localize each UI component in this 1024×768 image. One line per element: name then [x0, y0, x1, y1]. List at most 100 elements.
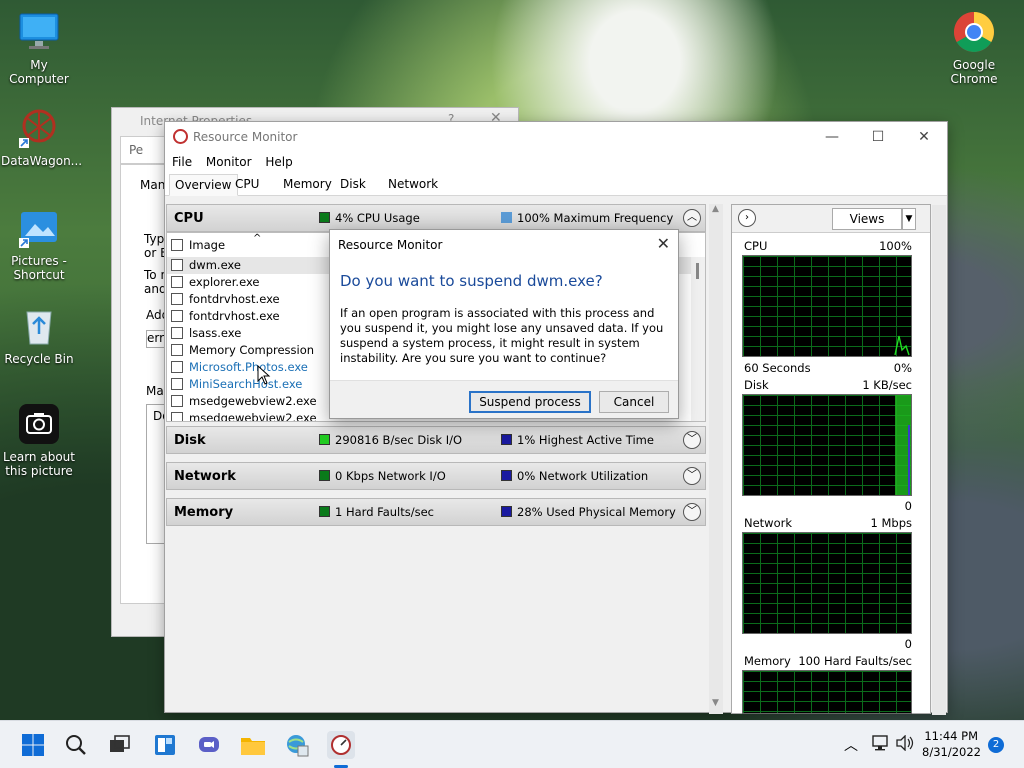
select-all-checkbox[interactable] — [171, 239, 183, 251]
metric-text: 100% Maximum Frequency — [517, 211, 674, 225]
cancel-button[interactable]: Cancel — [599, 391, 669, 413]
network-icon[interactable] — [872, 735, 890, 754]
desktop-icon-label: Learn about this picture — [3, 450, 75, 478]
tab-memory[interactable]: Memory — [278, 174, 337, 196]
suspend-process-button[interactable]: Suspend process — [469, 391, 591, 413]
network-graph — [742, 532, 912, 634]
scrollbar-thumb[interactable] — [696, 263, 699, 279]
process-checkbox[interactable] — [171, 310, 183, 322]
chevron-up-icon[interactable]: ︿ — [683, 209, 701, 227]
notification-badge[interactable]: 2 — [988, 737, 1004, 753]
internet-options-icon[interactable] — [283, 731, 311, 759]
recycle-bin-icon — [17, 304, 61, 348]
minimize-button[interactable]: — — [809, 122, 855, 152]
process-checkbox[interactable] — [171, 259, 183, 271]
graph-min: 0 — [904, 499, 912, 513]
metric-text: 0% Network Utilization — [517, 469, 649, 483]
chrome-icon — [952, 10, 996, 54]
scroll-up-arrow-icon[interactable]: ▲ — [712, 204, 719, 214]
process-checkbox[interactable] — [171, 395, 183, 407]
process-name: explorer.exe — [189, 275, 260, 289]
menu-help[interactable]: Help — [265, 152, 292, 172]
memory-faults-metric: 1 Hard Faults/sec — [319, 505, 434, 519]
chevron-up-icon[interactable]: ︿ — [844, 735, 858, 755]
desktop-icon-recycle-bin[interactable]: Recycle Bin — [1, 304, 77, 366]
mouse-cursor-icon — [257, 365, 271, 385]
file-explorer-icon[interactable] — [239, 731, 267, 759]
desktop-icon-pictures-shortcut[interactable]: Pictures - Shortcut — [1, 206, 77, 282]
monitor-icon — [17, 10, 61, 54]
chat-icon[interactable] — [195, 731, 223, 759]
widgets-icon[interactable] — [151, 731, 179, 759]
overview-scrollbar[interactable]: ▲ ▼ — [709, 204, 723, 714]
search-icon[interactable] — [62, 731, 90, 759]
menu-file[interactable]: File — [172, 152, 192, 172]
graphs-scrollbar[interactable] — [932, 205, 946, 715]
process-name: fontdrvhost.exe — [189, 292, 280, 306]
properties-tab[interactable]: Pe — [120, 136, 168, 164]
camera-icon — [17, 402, 61, 446]
graph-title: Memory — [744, 654, 791, 668]
menu-monitor[interactable]: Monitor — [206, 152, 252, 172]
legend-swatch — [319, 470, 330, 481]
tab-disk[interactable]: Disk — [335, 174, 371, 196]
views-dropdown-button[interactable]: ▼ — [902, 208, 916, 230]
volume-icon[interactable] — [896, 734, 914, 754]
section-title: Network — [174, 469, 236, 484]
expand-arrow-icon[interactable]: › — [738, 209, 756, 227]
title-bar[interactable]: Resource Monitor — ☐ ✕ — [165, 122, 947, 152]
section-title: CPU — [174, 211, 204, 226]
metric-text: 4% CPU Usage — [335, 211, 420, 225]
process-list-scrollbar[interactable] — [691, 257, 705, 421]
metric-text: 0 Kbps Network I/O — [335, 469, 446, 483]
chevron-down-icon[interactable]: ﹀ — [683, 431, 701, 449]
section-title: Disk — [174, 433, 206, 448]
network-section-header[interactable]: Network 0 Kbps Network I/O 0% Network Ut… — [166, 462, 706, 490]
graph-max: 100 Hard Faults/sec — [798, 654, 912, 668]
legend-swatch — [319, 434, 330, 445]
legend-swatch — [501, 434, 512, 445]
metric-text: 28% Used Physical Memory — [517, 505, 676, 519]
resource-monitor-taskbar-icon[interactable] — [327, 731, 355, 759]
process-checkbox[interactable] — [171, 361, 183, 373]
taskbar: ︿ 11:44 PM 8/31/2022 2 — [0, 720, 1024, 768]
tab-overview[interactable]: Overview — [169, 174, 238, 196]
process-checkbox[interactable] — [171, 378, 183, 390]
metric-text: 290816 B/sec Disk I/O — [335, 433, 463, 447]
graph-min: 0 — [904, 637, 912, 651]
process-name: MiniSearchHost.exe — [189, 377, 303, 391]
process-name: Memory Compression — [189, 343, 315, 357]
process-checkbox[interactable] — [171, 293, 183, 305]
process-checkbox[interactable] — [171, 412, 183, 421]
desktop-icon-learn-about-picture[interactable]: Learn about this picture — [1, 402, 77, 478]
process-checkbox[interactable] — [171, 276, 183, 288]
memory-section-header[interactable]: Memory 1 Hard Faults/sec 28% Used Physic… — [166, 498, 706, 526]
chevron-down-icon[interactable]: ﹀ — [683, 467, 701, 485]
desktop-icon-my-computer[interactable]: My Computer — [1, 10, 77, 86]
graph-min: 0% — [893, 361, 912, 375]
close-button[interactable]: ✕ — [901, 122, 947, 152]
maximize-button[interactable]: ☐ — [855, 122, 901, 152]
disk-graph — [742, 394, 912, 496]
window-title: Resource Monitor — [193, 130, 298, 144]
process-name: dwm.exe — [189, 258, 241, 272]
legend-swatch — [501, 212, 512, 223]
suspend-process-dialog[interactable]: Resource Monitor ✕ Do you want to suspen… — [329, 229, 679, 419]
disk-section-header[interactable]: Disk 290816 B/sec Disk I/O 1% Highest Ac… — [166, 426, 706, 454]
close-icon[interactable]: ✕ — [657, 234, 670, 253]
start-button[interactable] — [19, 731, 47, 759]
clock[interactable]: 11:44 PM 8/31/2022 — [922, 728, 981, 760]
views-button[interactable]: Views — [832, 208, 902, 230]
cpu-section-header[interactable]: CPU 4% CPU Usage 100% Maximum Frequency … — [166, 204, 706, 232]
scroll-down-arrow-icon[interactable]: ▼ — [712, 698, 719, 708]
tab-network[interactable]: Network — [383, 174, 443, 196]
desktop-icon-google-chrome[interactable]: Google Chrome — [936, 10, 1012, 86]
graph-max: 1 Mbps — [870, 516, 913, 530]
chevron-down-icon[interactable]: ﹀ — [683, 503, 701, 521]
desktop-icon-datawagon[interactable]: DataWagon... — [1, 106, 82, 168]
cpu-usage-metric: 4% CPU Usage — [319, 211, 420, 225]
process-checkbox[interactable] — [171, 327, 183, 339]
process-checkbox[interactable] — [171, 344, 183, 356]
task-view-icon[interactable] — [106, 731, 134, 759]
tab-cpu[interactable]: CPU — [230, 174, 264, 196]
